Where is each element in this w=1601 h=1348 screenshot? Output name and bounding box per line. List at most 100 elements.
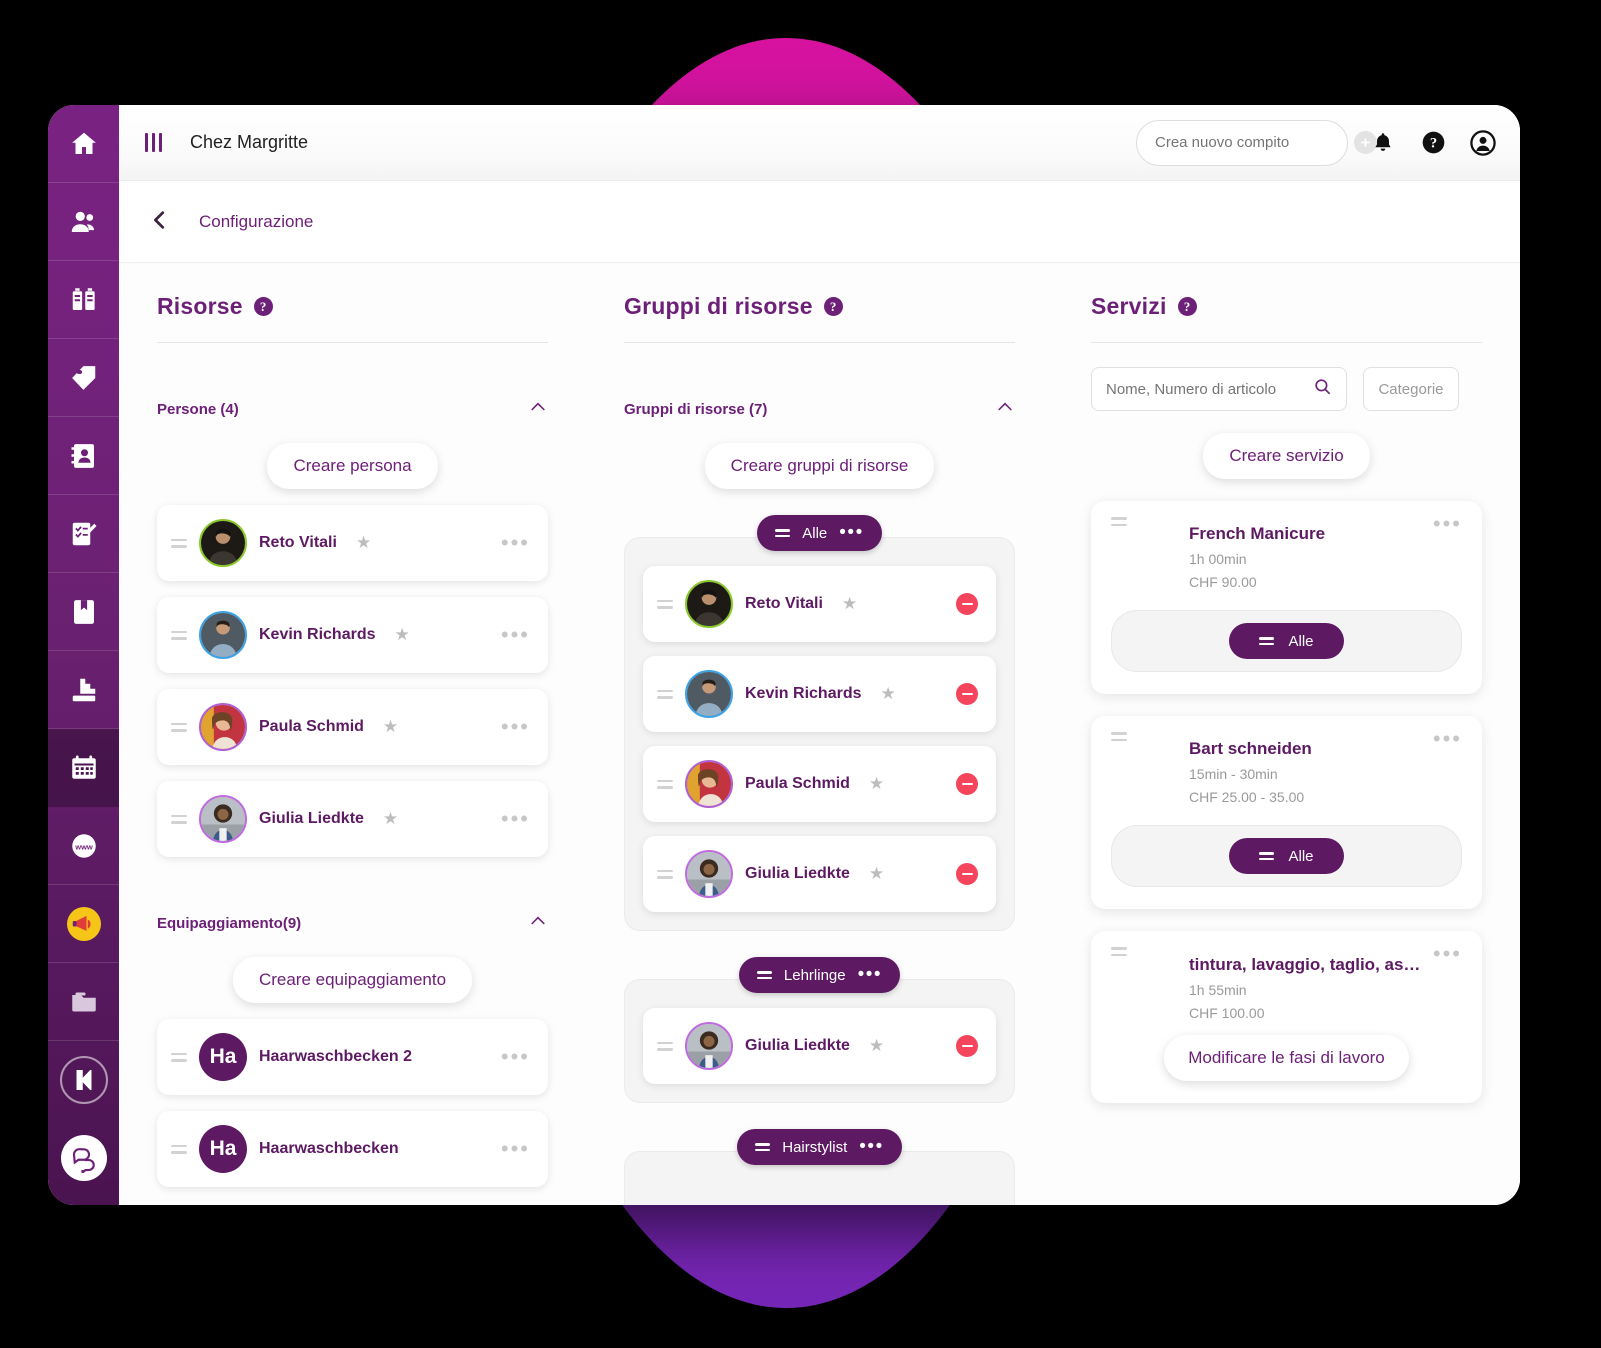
create-service-button[interactable]: Creare servizio <box>1203 433 1370 479</box>
bell-icon[interactable] <box>1368 128 1398 158</box>
drag-handle-icon[interactable] <box>657 779 673 789</box>
remove-icon[interactable] <box>956 863 978 885</box>
account-icon[interactable] <box>1468 128 1498 158</box>
favorite-star-icon[interactable]: ★ <box>869 864 884 884</box>
drag-handle-icon[interactable] <box>1111 947 1127 957</box>
ellipsis-icon[interactable]: ••• <box>501 716 530 738</box>
resource-row-reto-vitali[interactable]: Reto Vitali ★ ••• <box>157 505 548 581</box>
drag-handle-icon[interactable] <box>171 1144 187 1154</box>
ellipsis-icon[interactable]: ••• <box>839 522 863 542</box>
sidebar-item-brand[interactable] <box>48 1041 119 1119</box>
group-chip-lehrlinge[interactable]: Lehrlinge ••• <box>738 957 901 993</box>
drag-handle-icon[interactable] <box>171 538 187 548</box>
service-group-chip-alle[interactable]: Alle <box>1229 623 1344 660</box>
chevron-left-icon[interactable] <box>149 209 171 235</box>
favorite-star-icon[interactable]: ★ <box>356 533 371 553</box>
service-card-bart-schneiden[interactable]: ••• Bart schneiden 15min - 30min CHF 25.… <box>1091 716 1482 910</box>
chevron-up-icon[interactable] <box>528 911 548 935</box>
sidebar-item-buildings[interactable] <box>48 261 119 339</box>
service-card-french-manicure[interactable]: ••• French Manicure 1h 00min CHF 90.00 A… <box>1091 501 1482 695</box>
sidebar-item-calendar[interactable] <box>48 729 119 807</box>
sidebar-item-stairs[interactable] <box>48 651 119 729</box>
ellipsis-icon[interactable]: ••• <box>858 964 882 984</box>
remove-icon[interactable] <box>956 593 978 615</box>
sidebar-item-home[interactable] <box>48 105 119 183</box>
question-icon[interactable]: ? <box>253 297 273 316</box>
group-member-kevin-richards[interactable]: Kevin Richards ★ <box>643 656 996 732</box>
chevron-up-icon[interactable] <box>995 397 1015 421</box>
drag-handle-icon[interactable] <box>657 869 673 879</box>
ellipsis-icon[interactable]: ••• <box>859 1136 883 1156</box>
favorite-star-icon[interactable]: ★ <box>869 1036 884 1056</box>
search-icon[interactable] <box>1313 377 1332 401</box>
drag-handle-icon[interactable] <box>171 1052 187 1062</box>
help-icon[interactable]: ? <box>1418 128 1448 158</box>
categories-button[interactable]: Categorie <box>1363 367 1459 411</box>
section-header-persone[interactable]: Persone (4) <box>157 397 548 421</box>
group-member-giulia-liedkte[interactable]: Giulia Liedkte ★ <box>643 836 996 912</box>
section-header-resource-groups[interactable]: Gruppi di risorse (7) <box>624 397 1015 421</box>
drag-handle-icon[interactable] <box>657 599 673 609</box>
sidebar-item-support-chat[interactable] <box>48 1119 119 1197</box>
breadcrumb-label[interactable]: Configurazione <box>199 212 313 232</box>
sidebar-item-tags[interactable] <box>48 339 119 417</box>
group-member-reto-vitali[interactable]: Reto Vitali ★ <box>643 566 996 642</box>
resource-row-paula-schmid[interactable]: Paula Schmid ★ ••• <box>157 689 548 765</box>
favorite-star-icon[interactable]: ★ <box>842 594 857 614</box>
drag-handle-icon[interactable] <box>1111 732 1127 742</box>
hamburger-icon[interactable] <box>145 133 162 152</box>
drag-handle-icon[interactable] <box>756 971 772 979</box>
create-task-input[interactable] <box>1155 134 1354 151</box>
edit-workflow-button[interactable]: Modificare le fasi di lavoro <box>1164 1034 1409 1081</box>
resource-row-haarwaschbecken[interactable]: Ha Haarwaschbecken ••• <box>157 1111 548 1187</box>
remove-icon[interactable] <box>956 1035 978 1057</box>
favorite-star-icon[interactable]: ★ <box>383 717 398 737</box>
sidebar-item-contacts[interactable] <box>48 417 119 495</box>
drag-handle-icon[interactable] <box>775 529 791 537</box>
create-resource-group-button[interactable]: Creare gruppi di risorse <box>704 443 935 489</box>
favorite-star-icon[interactable]: ★ <box>880 684 895 704</box>
group-chip-hairstylist[interactable]: Hairstylist ••• <box>737 1129 902 1165</box>
ellipsis-icon[interactable]: ••• <box>1433 512 1462 534</box>
create-equipment-button[interactable]: Creare equipaggiamento <box>232 957 473 1003</box>
resource-row-giulia-liedkte[interactable]: Giulia Liedkte ★ ••• <box>157 781 548 857</box>
ellipsis-icon[interactable]: ••• <box>501 1046 530 1068</box>
drag-handle-icon[interactable] <box>1259 852 1275 861</box>
drag-handle-icon[interactable] <box>1111 517 1127 526</box>
sidebar-item-checklist[interactable] <box>48 495 119 573</box>
question-icon[interactable]: ? <box>823 297 843 316</box>
drag-handle-icon[interactable] <box>657 689 673 699</box>
sidebar-item-website[interactable]: www <box>48 807 119 885</box>
ellipsis-icon[interactable]: ••• <box>501 624 530 646</box>
drag-handle-icon[interactable] <box>657 1041 673 1051</box>
favorite-star-icon[interactable]: ★ <box>394 625 409 645</box>
service-card-tintura[interactable]: ••• tintura, lavaggio, taglio, as… 1h 55… <box>1091 931 1482 1103</box>
create-person-button[interactable]: Creare persona <box>267 443 438 489</box>
ellipsis-icon[interactable]: ••• <box>501 532 530 554</box>
sidebar-item-people[interactable] <box>48 183 119 261</box>
group-member-paula-schmid[interactable]: Paula Schmid ★ <box>643 746 996 822</box>
resource-row-kevin-richards[interactable]: Kevin Richards ★ ••• <box>157 597 548 673</box>
service-group-chip-alle[interactable]: Alle <box>1229 838 1344 875</box>
favorite-star-icon[interactable]: ★ <box>383 809 398 829</box>
group-chip-alle[interactable]: Alle ••• <box>757 515 882 551</box>
ellipsis-icon[interactable]: ••• <box>1433 728 1462 750</box>
services-search-field[interactable] <box>1091 367 1347 411</box>
question-icon[interactable]: ? <box>1177 297 1197 316</box>
create-task-field[interactable] <box>1136 119 1377 166</box>
remove-icon[interactable] <box>956 773 978 795</box>
drag-handle-icon[interactable] <box>171 630 187 640</box>
chevron-up-icon[interactable] <box>528 397 548 421</box>
drag-handle-icon[interactable] <box>171 722 187 732</box>
services-search-input[interactable] <box>1106 380 1305 398</box>
sidebar-item-promo[interactable] <box>48 885 119 963</box>
remove-icon[interactable] <box>956 683 978 705</box>
drag-handle-icon[interactable] <box>755 1143 771 1151</box>
group-member-giulia-liedkte[interactable]: Giulia Liedkte ★ <box>643 1008 996 1084</box>
favorite-star-icon[interactable]: ★ <box>869 774 884 794</box>
ellipsis-icon[interactable]: ••• <box>501 808 530 830</box>
drag-handle-icon[interactable] <box>171 814 187 824</box>
ellipsis-icon[interactable]: ••• <box>1433 943 1462 965</box>
sidebar-item-folder[interactable] <box>48 963 119 1041</box>
resource-row-haarwaschbecken-2[interactable]: Ha Haarwaschbecken 2 ••• <box>157 1019 548 1095</box>
